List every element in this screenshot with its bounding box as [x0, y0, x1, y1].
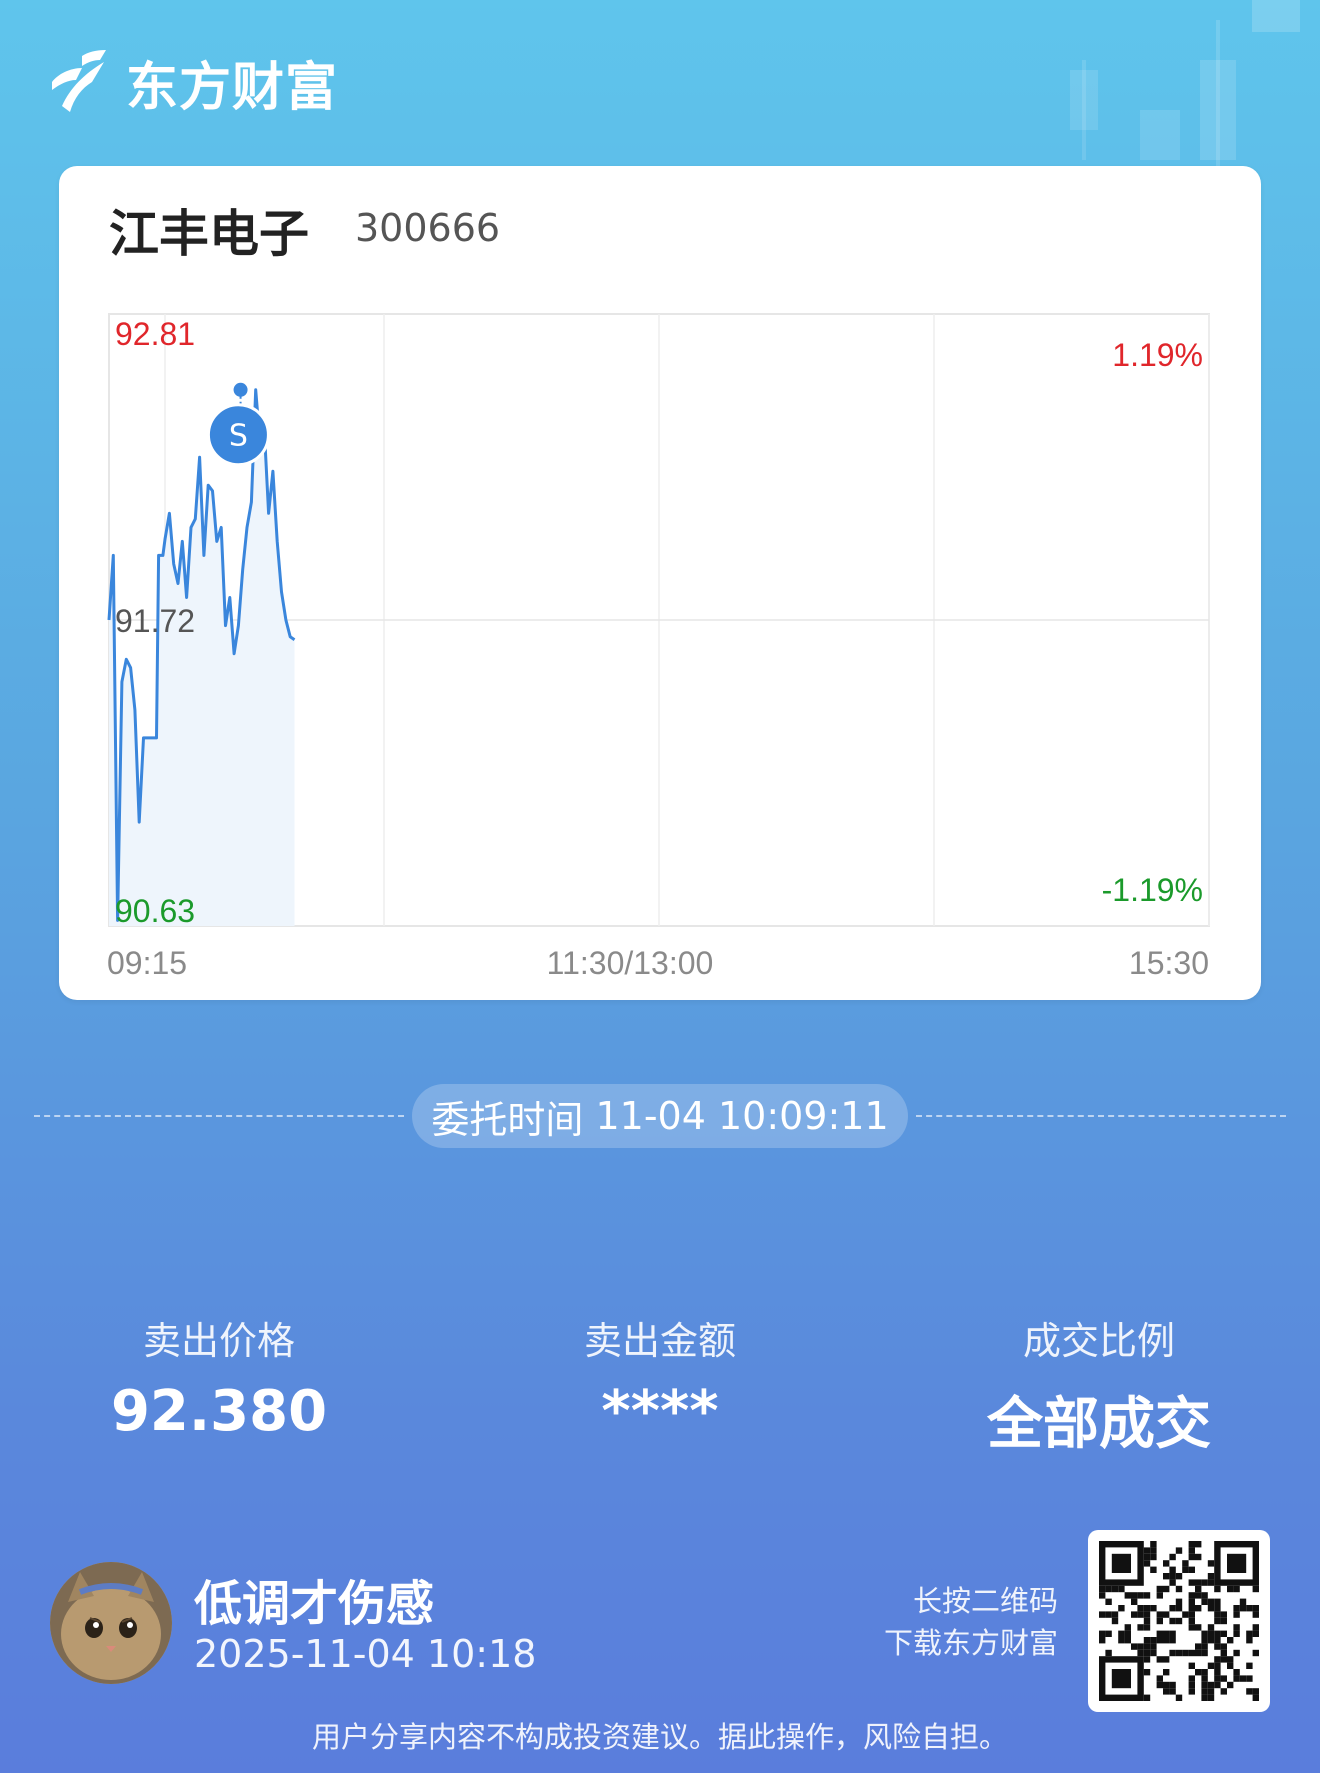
stat-value: ****: [601, 1379, 719, 1444]
qr-hint: 长按二维码 下载东方财富: [884, 1580, 1058, 1664]
divider-left: [34, 1115, 404, 1117]
intraday-chart: S 92.81 91.72 90.63 1.19% -1.19% 09:15 11:30/1…: [107, 313, 1210, 981]
stat-value: 全部成交: [987, 1392, 1211, 1457]
stat-sell-price: 卖出价格 92.380: [49, 1310, 389, 1444]
brand-logo: 东方财富: [48, 48, 338, 118]
price-mid-label: 91.72: [115, 603, 195, 639]
order-time-label: 委托时间: [431, 1097, 584, 1142]
eastmoney-logo-icon: [52, 50, 106, 112]
disclaimer: 用户分享内容不构成投资建议。据此操作，风险自担。: [311, 1720, 1008, 1754]
stat-label: 卖出金额: [583, 1319, 736, 1363]
qr-hint-line2: 下载东方财富: [883, 1626, 1058, 1660]
stat-fill-ratio: 成交比例 全部成交: [929, 1310, 1269, 1460]
stat-label: 卖出价格: [142, 1319, 295, 1363]
background-candles-decoration: [1070, 0, 1300, 170]
stat-sell-amount: 卖出金额 ****: [490, 1310, 830, 1444]
qr-code-icon[interactable]: [1088, 1530, 1270, 1712]
order-time-pill: 委托时间 11-04 10:09:11: [412, 1084, 908, 1148]
share-time: 2025-11-04 10:18: [194, 1632, 537, 1676]
chart-markers: S: [206, 382, 270, 467]
peak-dot: [233, 382, 248, 397]
qr-hint-line1: 长按二维码: [912, 1584, 1058, 1618]
pct-high-label: 1.19%: [1112, 337, 1203, 373]
order-time-gap: [583, 1094, 595, 1138]
brand-name: 东方财富: [126, 57, 339, 118]
pct-low-label: -1.19%: [1102, 872, 1203, 908]
stat-label: 成交比例: [1022, 1319, 1175, 1363]
sell-marker-label: S: [229, 419, 248, 454]
divider-right: [916, 1115, 1286, 1117]
cat-avatar-icon[interactable]: [50, 1562, 172, 1684]
stat-value: 92.380: [110, 1379, 328, 1444]
price-high-label: 92.81: [115, 316, 195, 352]
user-name: 低调才伤感: [194, 1576, 435, 1632]
order-time-value: 11-04 10:09:11: [595, 1094, 889, 1138]
price-low-label: 90.63: [115, 893, 195, 929]
x-tick-label: 15:30: [1129, 945, 1209, 981]
x-tick-label: 11:30/13:00: [547, 945, 714, 981]
stock-chart-card: 江丰电子 300666 S 92.81 91.72 90.63 1.19% -1.19%…: [59, 166, 1261, 1000]
x-tick-label: 09:15: [107, 945, 187, 981]
